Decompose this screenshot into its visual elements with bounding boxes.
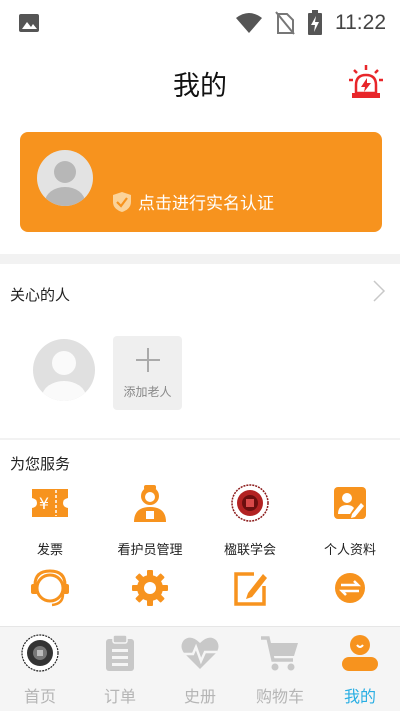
profile-card[interactable]: 点击进行实名认证 (20, 132, 382, 232)
service-couplet-society[interactable]: 楹联学会 (200, 483, 300, 558)
service-label: 个人资料 (323, 543, 376, 558)
edit-note-icon (234, 572, 267, 606)
svg-text:¥: ¥ (39, 494, 49, 513)
tab-mine[interactable]: 我的 (320, 633, 400, 707)
bottom-tab-bar: 首页 订单 史册 购物车 我的 (0, 626, 400, 711)
headset-service-icon (31, 569, 69, 607)
add-elder-button[interactable]: 添加老人 (113, 336, 182, 410)
care-section: 关心的人 添加老人 (0, 264, 400, 438)
cart-icon (261, 636, 298, 671)
service-label: 发票 (36, 543, 63, 558)
tab-label: 订单 (103, 687, 136, 706)
invoice-ticket-icon: ¥ (32, 489, 68, 517)
battery-charging-icon (308, 10, 322, 35)
profile-area: 点击进行实名认证 (0, 120, 400, 254)
settings-gear-icon (132, 570, 168, 606)
service-caregiver[interactable]: 看护员管理 (100, 483, 200, 558)
service-exchange[interactable] (300, 568, 400, 624)
tab-history[interactable]: 史册 (160, 633, 240, 707)
tab-label: 我的 (343, 687, 376, 706)
caregiver-icon (134, 485, 166, 522)
clipboard-icon (106, 634, 134, 671)
service-label: 楹联学会 (223, 543, 276, 558)
heart-pulse-icon (181, 637, 219, 669)
service-invoice[interactable]: ¥ 发票 (0, 483, 100, 558)
shield-check-icon (113, 191, 131, 212)
care-person-avatar[interactable] (33, 339, 95, 401)
tab-label: 首页 (23, 687, 56, 706)
app-header: 我的 (0, 46, 400, 120)
tab-orders[interactable]: 订单 (80, 633, 160, 707)
service-section: 为您服务 ¥ 发票 看护员管理 楹联学会 个人资料 (0, 440, 400, 626)
tab-home[interactable]: 首页 (0, 633, 80, 707)
service-title: 为您服务 (10, 455, 71, 473)
person-icon (342, 635, 378, 671)
exchange-icon (335, 573, 365, 603)
plus-icon (136, 348, 160, 372)
avatar[interactable] (37, 150, 93, 206)
couplet-society-seal-icon (231, 484, 269, 522)
tab-cart[interactable]: 购物车 (240, 633, 320, 707)
alarm-siren-icon[interactable] (348, 64, 384, 100)
default-avatar-icon (45, 161, 85, 206)
service-edit[interactable] (200, 568, 300, 624)
chevron-right-icon[interactable] (372, 279, 386, 303)
status-bar: 11:22 (0, 0, 400, 46)
service-profile[interactable]: 个人资料 (300, 483, 400, 558)
service-customer-support[interactable] (0, 568, 100, 624)
profile-edit-icon (334, 487, 366, 519)
add-elder-label: 添加老人 (123, 385, 172, 399)
default-avatar-icon (42, 351, 86, 401)
verify-text: 点击进行实名认证 (138, 194, 274, 214)
tab-label: 史册 (183, 687, 216, 706)
status-time: 11:22 (335, 11, 386, 34)
home-seal-icon (21, 634, 59, 672)
wifi-icon (236, 13, 262, 33)
no-sim-icon (275, 11, 295, 35)
tab-label: 购物车 (255, 687, 304, 706)
verify-link[interactable]: 点击进行实名认证 (112, 189, 274, 214)
care-title: 关心的人 (10, 286, 71, 304)
page-title: 我的 (173, 71, 227, 102)
service-settings[interactable] (100, 568, 200, 624)
service-label: 看护员管理 (117, 543, 183, 558)
image-icon (19, 14, 39, 32)
